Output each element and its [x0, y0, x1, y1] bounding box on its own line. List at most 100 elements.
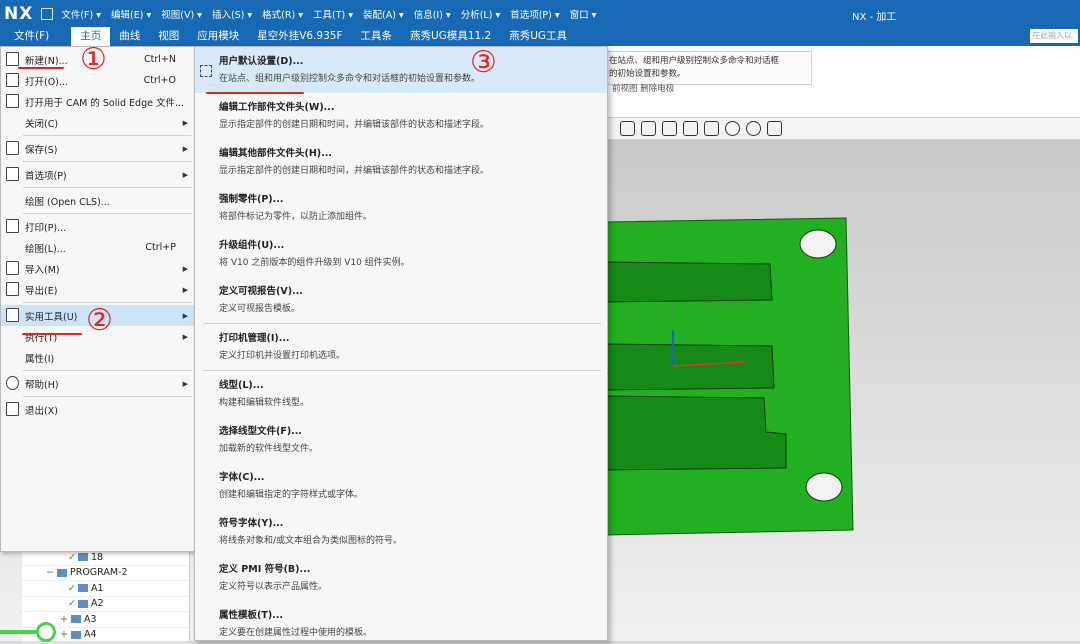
hide-icon[interactable] [746, 121, 761, 136]
menu-item-preferences[interactable]: 首选项(P) ▶ [1, 164, 194, 185]
menu-item-label: 首选项(P) [25, 170, 67, 182]
ribbon-partial-labels: 前视图 删除电极 [612, 84, 675, 94]
menu-assembly[interactable]: 装配(A) ▾ [363, 7, 404, 21]
submenu-item-upgrade-components[interactable]: 升级组件(U)... 将 V10 之前版本的组件升级到 V10 组件实例。 [195, 231, 607, 277]
submenu-item-title: 字体(C)... [219, 472, 265, 483]
collapse-icon[interactable]: − [46, 567, 54, 578]
menu-tools[interactable]: 工具(T) ▾ [313, 7, 353, 21]
menu-item-label: 打开(O)... [25, 76, 68, 88]
submenu-item-title: 用户默认设置(D)... [219, 56, 304, 67]
submenu-item-printer-manager[interactable]: 打印机管理(I)... 定义打印机并设置打印机选项。 [195, 324, 607, 370]
fit-view-icon[interactable] [662, 121, 677, 136]
menu-item-label: 帮助(H) [25, 379, 59, 391]
help-icon [6, 376, 19, 390]
menu-item-label: 关闭(C) [25, 118, 59, 130]
submenu-item-character-font[interactable]: 字体(C)... 创建和编辑指定的字符样式或字体。 [195, 463, 607, 509]
menu-item-label: 导入(M) [25, 264, 60, 276]
menu-item-label: 执行(T) [25, 332, 58, 344]
tree-row-label: PROGRAM-2 [70, 567, 128, 579]
submenu-item-user-defaults[interactable]: 用户默认设置(D)... 在站点、组和用户级别控制众多命令和对话框的初始设置和参… [195, 47, 607, 93]
submenu-item-desc: 将线条对象和/或文本组合为类似图标的符号。 [219, 536, 403, 546]
menu-item-label: 打开用于 CAM 的 Solid Edge 文件... [25, 97, 185, 109]
submenu-item-desc: 将 V10 之前版本的组件升级到 V10 组件实例。 [219, 258, 410, 268]
submenu-item-desc: 定义符号以表示产品属性。 [219, 582, 328, 592]
tab-yanxiu-tools[interactable]: 燕秀UG工具 [500, 27, 576, 46]
folder-icon [77, 584, 88, 593]
shortcut-label: Ctrl+O [143, 75, 176, 86]
tree-row[interactable]: ✓ A2 [22, 597, 189, 612]
check-icon: ✓ [68, 582, 76, 594]
submenu-item-define-pmi-symbol[interactable]: 定义 PMI 符号(B)... 定义符号以表示产品属性。 [195, 555, 607, 601]
menu-item-exit[interactable]: 退出(X) [1, 399, 194, 420]
menu-item-label: 新建(N)... [25, 55, 68, 67]
menu-item-print[interactable]: 打印(P)... [1, 216, 194, 237]
wireframe-icon[interactable] [641, 121, 656, 136]
section-icon[interactable] [704, 121, 719, 136]
title-bar: NX 文件(F) ▾ 编辑(E) ▾ 视图(V) ▾ 插入(S) ▾ 格式(R)… [0, 0, 1080, 27]
submenu-item-attribute-templates[interactable]: 属性模板(T)... 定义要在创建属性过程中使用的模板。 [195, 601, 607, 640]
submenu-item-symbol-font[interactable]: 符号字体(Y)... 将线条对象和/或文本组合为类似图标的符号。 [195, 509, 607, 555]
menu-item-export[interactable]: 导出(E) ▶ [1, 279, 194, 300]
menu-item-plot[interactable]: 绘图(L)... Ctrl+P [1, 237, 194, 258]
menu-item-save[interactable]: 保存(S) ▶ [1, 138, 194, 159]
tab-applications[interactable]: 应用模块 [188, 27, 248, 46]
menu-view[interactable]: 视图(V) ▾ [161, 7, 202, 21]
menu-analysis[interactable]: 分析(L) ▾ [461, 7, 501, 21]
menu-item-close[interactable]: 关闭(C) ▶ [1, 112, 194, 133]
menu-window[interactable]: 窗口 ▾ [570, 7, 597, 21]
annotation-one: ① [80, 42, 107, 77]
tree-row[interactable]: − PROGRAM-2 [22, 566, 189, 581]
submenu-item-force-piece-part[interactable]: 强制零件(P)... 将部件标记为零件，以防止添加组件。 [195, 185, 607, 231]
submenu-item-title: 编辑其他部件文件头(H)... [219, 148, 332, 159]
window-title: NX - 加工 [852, 12, 897, 23]
menu-item-import[interactable]: 导入(M) ▶ [1, 258, 194, 279]
menu-item-open-solid-edge[interactable]: 打开用于 CAM 的 Solid Edge 文件... [1, 91, 194, 112]
tree-row[interactable]: ✓ A1 [22, 581, 189, 597]
submenu-item-define-visual-report[interactable]: 定义可视报告(V)... 定义可视报告模板。 [195, 277, 607, 323]
tooltip-line-2: 的初始设置和参数。 [609, 69, 686, 79]
show-icon[interactable] [725, 121, 740, 136]
menu-item-help[interactable]: 帮助(H) ▶ [1, 373, 194, 394]
tab-yanxiu-mold[interactable]: 燕秀UG模具11.2 [401, 27, 500, 46]
menu-preferences[interactable]: 首选项(P) ▾ [510, 7, 559, 21]
annotation-underline-new [18, 67, 64, 69]
folder-icon [77, 599, 88, 608]
submenu-item-title: 属性模板(T)... [219, 610, 283, 621]
tree-row-label: A2 [90, 598, 104, 610]
expand-icon[interactable]: + [60, 614, 68, 625]
annotation-underline-utilities [22, 333, 82, 335]
submenu-item-edit-other-part-header[interactable]: 编辑其他部件文件头(H)... 显示指定部件的创建日期和时间，并编辑该部件的状态… [195, 139, 607, 185]
submenu-item-edit-work-part-header[interactable]: 编辑工作部件文件头(W)... 显示指定部件的创建日期和时间，并编辑该部件的状态… [195, 93, 607, 139]
menu-edit[interactable]: 编辑(E) ▾ [111, 7, 151, 21]
menu-file[interactable]: 文件(F) ▾ [61, 7, 101, 21]
expand-icon[interactable]: + [60, 629, 68, 640]
shaded-icon[interactable] [620, 121, 635, 136]
tab-toolbar[interactable]: 工具条 [352, 27, 402, 46]
command-search-input[interactable]: 在此输入以 [1030, 29, 1078, 43]
tab-xingkong-plugin[interactable]: 星空外挂V6.935F [248, 27, 351, 46]
tree-row-label: A3 [84, 613, 97, 625]
menu-item-label: 绘图 (Open CLS)... [25, 196, 110, 208]
submenu-item-desc: 定义打印机并设置打印机选项。 [219, 351, 346, 361]
invert-visibility-icon[interactable] [767, 121, 782, 136]
menu-info[interactable]: 信息(I) ▾ [414, 7, 451, 21]
shortcut-label: Ctrl+N [144, 54, 176, 65]
submenu-item-line-font[interactable]: 线型(L)... 构建和编辑软件线型。 [195, 371, 607, 417]
menu-format[interactable]: 格式(R) ▾ [262, 7, 303, 21]
menu-divider [23, 370, 192, 371]
tree-row[interactable]: ✓ 18 [22, 550, 189, 566]
menu-item-label: 退出(X) [25, 405, 58, 417]
tab-view[interactable]: 视图 [149, 27, 188, 46]
cube-icon[interactable] [683, 121, 698, 136]
tab-curve[interactable]: 曲线 [110, 27, 149, 46]
save-icon [6, 141, 19, 155]
submenu-arrow-icon: ▶ [182, 264, 188, 273]
menu-item-properties[interactable]: 属性(I) [1, 347, 194, 368]
menu-insert[interactable]: 插入(S) ▾ [212, 7, 252, 21]
menu-item-plot-open-cls[interactable]: 绘图 (Open CLS)... [1, 190, 194, 211]
submenu-arrow-icon: ▶ [182, 118, 188, 127]
save-icon[interactable] [41, 7, 54, 20]
tab-file[interactable]: 文件(F) [0, 27, 71, 46]
submenu-item-select-line-font-file[interactable]: 选择线型文件(F)... 加载新的软件线型文件。 [195, 417, 607, 463]
progress-knob[interactable] [36, 622, 56, 642]
